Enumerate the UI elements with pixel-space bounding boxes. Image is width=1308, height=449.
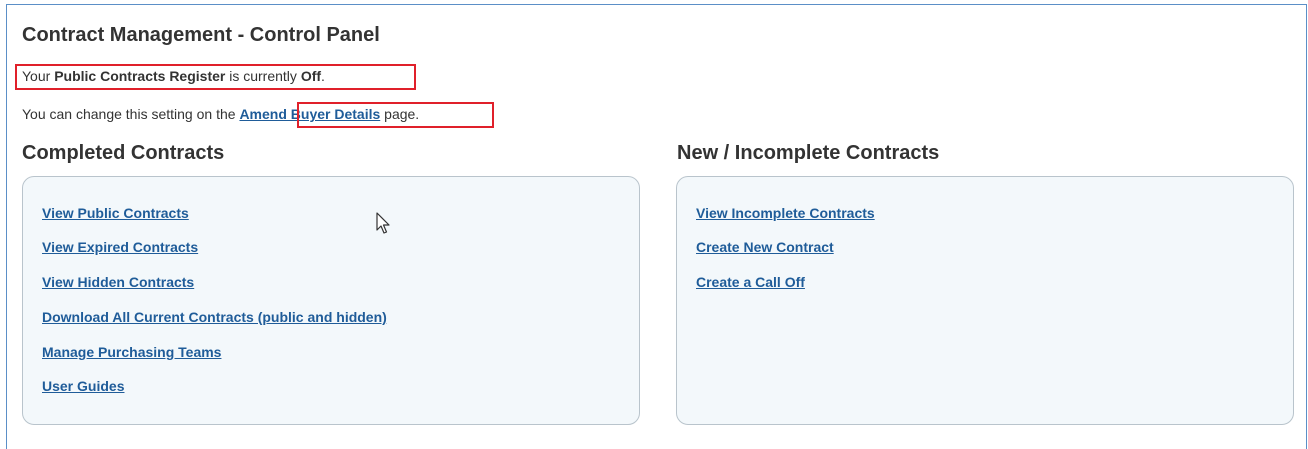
manage-purchasing-teams-link[interactable]: Manage Purchasing Teams [42,344,221,360]
view-hidden-contracts-link[interactable]: View Hidden Contracts [42,274,194,290]
view-incomplete-contracts-link[interactable]: View Incomplete Contracts [696,205,875,221]
incomplete-contracts-panel: View Incomplete Contracts Create New Con… [676,176,1294,425]
user-guides-link[interactable]: User Guides [42,378,124,394]
completed-contracts-heading: Completed Contracts [22,142,225,164]
page-title: Contract Management - Control Panel [22,24,380,46]
change-prefix: You can change this setting on the [22,106,240,122]
completed-contracts-panel: View Public Contracts View Expired Contr… [22,176,640,425]
view-public-contracts-link[interactable]: View Public Contracts [42,205,189,221]
create-call-off-link[interactable]: Create a Call Off [696,274,805,290]
register-highlight-box [15,64,416,90]
incomplete-contracts-heading: New / Incomplete Contracts [677,142,940,164]
download-all-contracts-link[interactable]: Download All Current Contracts (public a… [42,309,387,325]
mouse-cursor-icon [376,212,390,234]
create-new-contract-link[interactable]: Create New Contract [696,239,834,255]
amend-link-highlight-box [297,102,494,128]
view-expired-contracts-link[interactable]: View Expired Contracts [42,239,198,255]
